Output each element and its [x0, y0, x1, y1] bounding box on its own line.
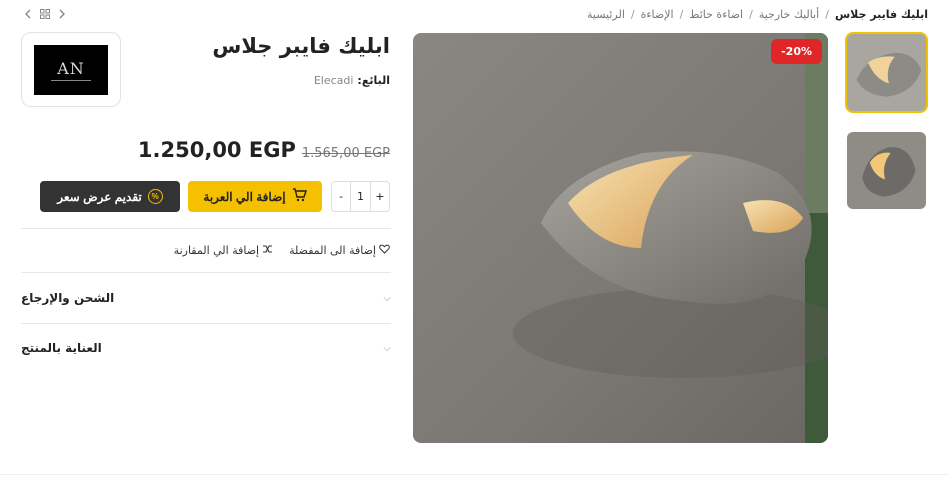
- discount-badge: -20%: [771, 39, 822, 64]
- heart-icon: [379, 244, 390, 257]
- brand-logo-mark: AN: [57, 58, 85, 78]
- chevron-right-icon[interactable]: [58, 8, 66, 22]
- brand-logo: AN: [34, 44, 108, 95]
- product-thumbnail-1[interactable]: [845, 32, 928, 113]
- price-block: 1.565,00 EGP 1.250,00 EGP: [138, 138, 390, 162]
- qty-plus-button[interactable]: +: [371, 182, 389, 211]
- breadcrumb-separator: /: [749, 8, 753, 21]
- page-divider: [0, 474, 949, 475]
- accordion-care[interactable]: العناية بالمنتج ⌵: [21, 341, 391, 355]
- brand-logo-line: [51, 79, 91, 81]
- breadcrumb-wall-lighting[interactable]: اضاءة حائط: [689, 8, 743, 21]
- accordion-shipping[interactable]: الشحن والإرجاع ⌵: [21, 291, 391, 305]
- product-thumbnail-2[interactable]: [845, 130, 928, 211]
- breadcrumb: الرئيسية / الإضاءة / اضاءة حائط / أباليك…: [587, 8, 928, 21]
- seller-label: البائع:: [357, 74, 390, 87]
- thumbnail-image: [847, 132, 926, 209]
- make-offer-label: تقديم عرض سعر: [57, 189, 142, 204]
- offer-icon: %: [147, 189, 163, 204]
- breadcrumb-home[interactable]: الرئيسية: [587, 8, 625, 21]
- chevron-left-icon[interactable]: [24, 8, 32, 22]
- divider: [21, 272, 391, 273]
- breadcrumb-current: ابليك فايبر جلاس: [834, 8, 928, 21]
- cart-icon: [292, 188, 307, 205]
- seller-info: البائع: Elecadi: [314, 74, 390, 87]
- breadcrumb-lighting[interactable]: الإضاءة: [641, 8, 674, 21]
- wishlist-label: إضافة الى المفضلة: [289, 244, 376, 257]
- product-actions: إضافة الي المقارنة إضافة الى المفضلة: [174, 244, 390, 257]
- qty-minus-button[interactable]: -: [332, 182, 350, 211]
- brand-logo-box[interactable]: AN: [21, 32, 121, 107]
- compare-link[interactable]: إضافة الي المقارنة: [174, 244, 273, 257]
- accordion-care-title: العناية بالمنتج: [21, 341, 102, 355]
- old-price: 1.565,00 EGP: [301, 146, 390, 161]
- breadcrumb-separator: /: [630, 8, 635, 21]
- thumbnail-image: [847, 34, 926, 111]
- add-to-cart-button[interactable]: إضافة الي العربة: [188, 181, 322, 212]
- breadcrumb-separator: /: [679, 8, 684, 21]
- product-title: ابليك فايبر جلاس: [212, 34, 390, 58]
- accordion-shipping-title: الشحن والإرجاع: [21, 291, 115, 305]
- product-nav: [24, 8, 66, 22]
- chevron-down-icon: ⌵: [383, 342, 391, 354]
- lamp-photo: [413, 33, 828, 443]
- product-main-image[interactable]: -20%: [413, 33, 828, 443]
- sale-price: 1.250,00 EGP: [137, 138, 296, 162]
- make-offer-button[interactable]: % تقديم عرض سعر: [40, 181, 180, 212]
- seller-link[interactable]: Elecadi: [314, 74, 354, 87]
- compare-label: إضافة الي المقارنة: [173, 244, 260, 257]
- divider: [21, 323, 391, 324]
- quantity-stepper: - 1 +: [331, 181, 390, 212]
- wishlist-link[interactable]: إضافة الى المفضلة: [289, 244, 390, 257]
- shuffle-icon: [262, 244, 273, 257]
- divider: [21, 228, 391, 229]
- breadcrumb-outdoor-sconces[interactable]: أباليك خارجية: [759, 8, 819, 21]
- qty-input[interactable]: 1: [350, 182, 371, 211]
- breadcrumb-separator: /: [825, 8, 829, 21]
- add-to-cart-label: إضافة الي العربة: [203, 189, 286, 204]
- grid-icon[interactable]: [40, 8, 50, 22]
- chevron-down-icon: ⌵: [383, 292, 391, 304]
